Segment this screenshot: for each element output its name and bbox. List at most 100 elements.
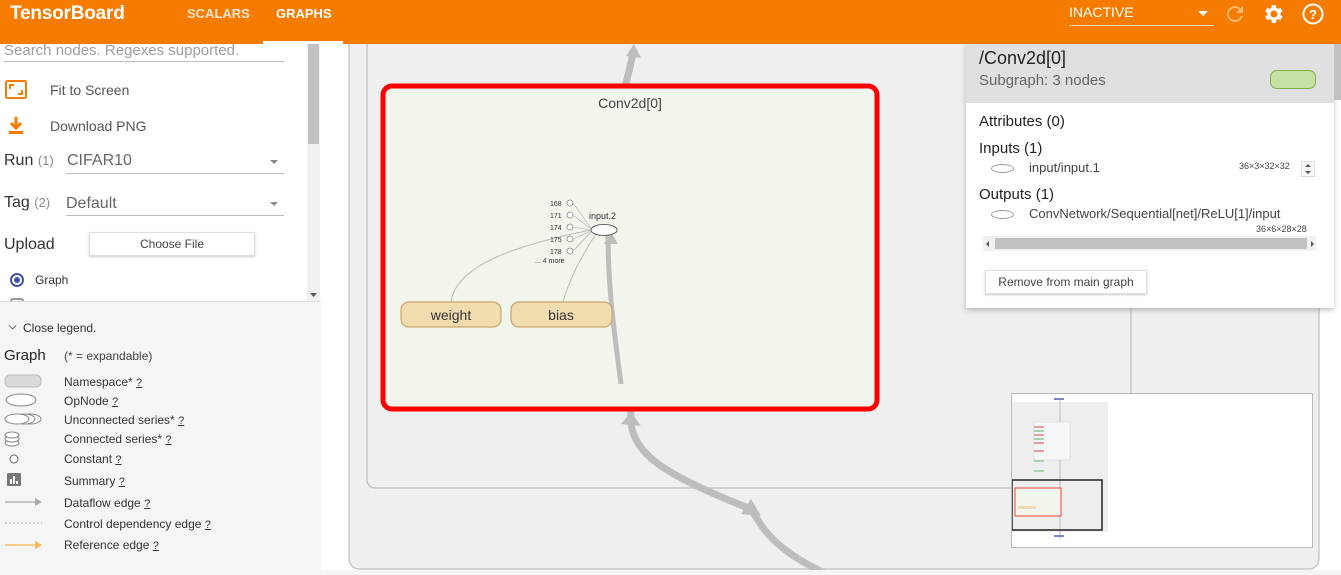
opnode-icon: [5, 393, 37, 407]
fit-to-screen-button[interactable]: Fit to Screen: [4, 80, 129, 103]
chevron-down-icon: [1198, 11, 1208, 16]
run-count: (1): [37, 153, 54, 168]
series-node-label: 178: [550, 249, 562, 256]
legend-namespace-label: Namespace*: [64, 375, 133, 389]
legend-namespace: Namespace* ?: [64, 375, 142, 389]
series-node[interactable]: [566, 199, 574, 207]
outputs-heading[interactable]: Outputs (1): [979, 186, 1054, 203]
graph-radio[interactable]: [10, 273, 24, 287]
reference-edge-icon: [5, 541, 42, 549]
close-legend-label: Close legend.: [23, 321, 97, 335]
chevron-down-icon: [8, 321, 17, 330]
legend-control-dependency-edge: Control dependency edge ?: [64, 517, 211, 531]
fit-screen-icon: [5, 80, 27, 99]
scroll-down-icon[interactable]: [307, 289, 320, 301]
legend-connected-label: Connected series*: [64, 432, 163, 446]
scroll-right-icon[interactable]: [1308, 240, 1316, 248]
tag-label-text: Tag: [4, 194, 30, 211]
svg-text:?: ?: [1309, 7, 1317, 22]
const-node-weight-label: weight: [430, 307, 472, 323]
series-node-label-more: ... 4 more: [535, 258, 565, 265]
node-color-swatch: [1270, 70, 1316, 89]
attributes-heading: Attributes (0): [979, 113, 1065, 130]
outputs-scrollbar-thumb[interactable]: [995, 238, 1307, 249]
app-title: TensorBoard: [10, 3, 125, 24]
constant-icon: [9, 454, 19, 464]
control-dependency-edge-icon: [5, 522, 42, 524]
legend-connected-series: Connected series* ?: [64, 432, 172, 446]
input-item[interactable]: input/input.1: [1029, 160, 1100, 175]
refresh-icon[interactable]: [1223, 2, 1247, 26]
chevron-down-icon: [270, 202, 278, 206]
series-node[interactable]: [566, 247, 574, 255]
series-node[interactable]: [566, 223, 574, 231]
sidebar-scrollbar-thumb[interactable]: [308, 44, 319, 144]
scroll-left-icon[interactable]: [984, 240, 992, 248]
output-item[interactable]: ConvNetwork/Sequential[net]/ReLU[1]/inpu…: [1029, 206, 1316, 221]
info-card-scrollbar[interactable]: [1334, 44, 1341, 100]
outputs-horizontal-scrollbar[interactable]: [983, 236, 1316, 251]
op-node-input2[interactable]: [590, 224, 618, 236]
upload-label: Upload: [4, 236, 55, 253]
help-link[interactable]: ?: [136, 377, 142, 389]
legend-control-label: Control dependency edge: [64, 517, 202, 531]
remove-from-main-graph-button[interactable]: Remove from main graph: [985, 270, 1147, 294]
input-list-stepper-icon[interactable]: [1301, 161, 1315, 177]
tag-label: Tag (2): [4, 194, 50, 212]
download-png-button[interactable]: Download PNG: [4, 116, 147, 139]
info-card-subtitle: Subgraph: 3 nodes: [979, 72, 1106, 89]
minimap-svg: [1011, 398, 1108, 539]
tag-count: (2): [34, 195, 51, 210]
legend-summary-label: Summary: [64, 474, 116, 488]
connected-series-icon: [4, 431, 20, 447]
conv2d-namespace-selected[interactable]: [380, 83, 880, 412]
legend-constant: Constant ?: [64, 452, 122, 466]
inputs-heading[interactable]: Inputs (1): [979, 140, 1042, 157]
top-app-bar: TensorBoard SCALARS GRAPHS INACTIVE ?: [0, 0, 1341, 44]
legend-subtitle: (* = expandable): [64, 349, 153, 363]
series-node[interactable]: [566, 211, 574, 219]
legend-unconnected-series: Unconnected series* ?: [64, 413, 184, 427]
download-png-label: Download PNG: [50, 118, 147, 134]
info-card-title: /Conv2d[0]: [979, 48, 1067, 68]
legend-dataflow-edge: Dataflow edge ?: [64, 496, 150, 510]
legend-constant-label: Constant: [64, 452, 113, 466]
tab-graphs[interactable]: GRAPHS: [276, 6, 332, 21]
node-info-card: /Conv2d[0] Subgraph: 3 nodes Attributes …: [966, 44, 1334, 308]
settings-icon[interactable]: [1261, 2, 1285, 26]
help-link[interactable]: ?: [153, 540, 159, 552]
reload-status-select[interactable]: INACTIVE: [1069, 4, 1214, 26]
tab-scalars[interactable]: SCALARS: [187, 6, 250, 21]
choose-file-button[interactable]: Choose File: [89, 232, 255, 256]
graph-minimap[interactable]: [1011, 393, 1313, 548]
help-link[interactable]: ?: [178, 415, 184, 427]
close-legend-toggle[interactable]: Close legend.: [8, 321, 96, 335]
bottom-strip: [321, 570, 1341, 575]
legend-summary: Summary ?: [64, 474, 125, 488]
help-link[interactable]: ?: [119, 476, 125, 488]
search-input[interactable]: Search nodes. Regexes supported.: [4, 42, 284, 62]
help-link[interactable]: ?: [165, 434, 171, 446]
namespace-icon: [4, 374, 42, 388]
series-node[interactable]: [566, 235, 574, 243]
series-node-label: 175: [550, 237, 562, 244]
tag-select[interactable]: Default: [66, 192, 284, 216]
conv2d-namespace-label: Conv2d[0]: [598, 95, 662, 111]
run-select[interactable]: CIFAR10: [66, 150, 284, 174]
info-card-header: /Conv2d[0] Subgraph: 3 nodes: [966, 44, 1334, 103]
help-link[interactable]: ?: [205, 519, 211, 531]
op-node-label: input.2: [589, 211, 616, 221]
help-link[interactable]: ?: [112, 396, 118, 408]
graph-legend: Close legend. Graph (* = expandable) Nam…: [0, 301, 321, 575]
help-link[interactable]: ?: [144, 498, 150, 510]
download-icon: [9, 117, 23, 134]
input-shape: 36×3×32×32: [1239, 161, 1290, 171]
unconnected-series-icon: [4, 413, 42, 425]
legend-title: Graph: [4, 347, 46, 364]
help-link[interactable]: ?: [115, 454, 121, 466]
legend-opnode: OpNode ?: [64, 394, 118, 408]
series-node-label: 168: [550, 201, 562, 208]
legend-dataflow-label: Dataflow edge: [64, 496, 141, 510]
run-label-text: Run: [4, 152, 34, 169]
help-icon[interactable]: ?: [1301, 2, 1325, 26]
